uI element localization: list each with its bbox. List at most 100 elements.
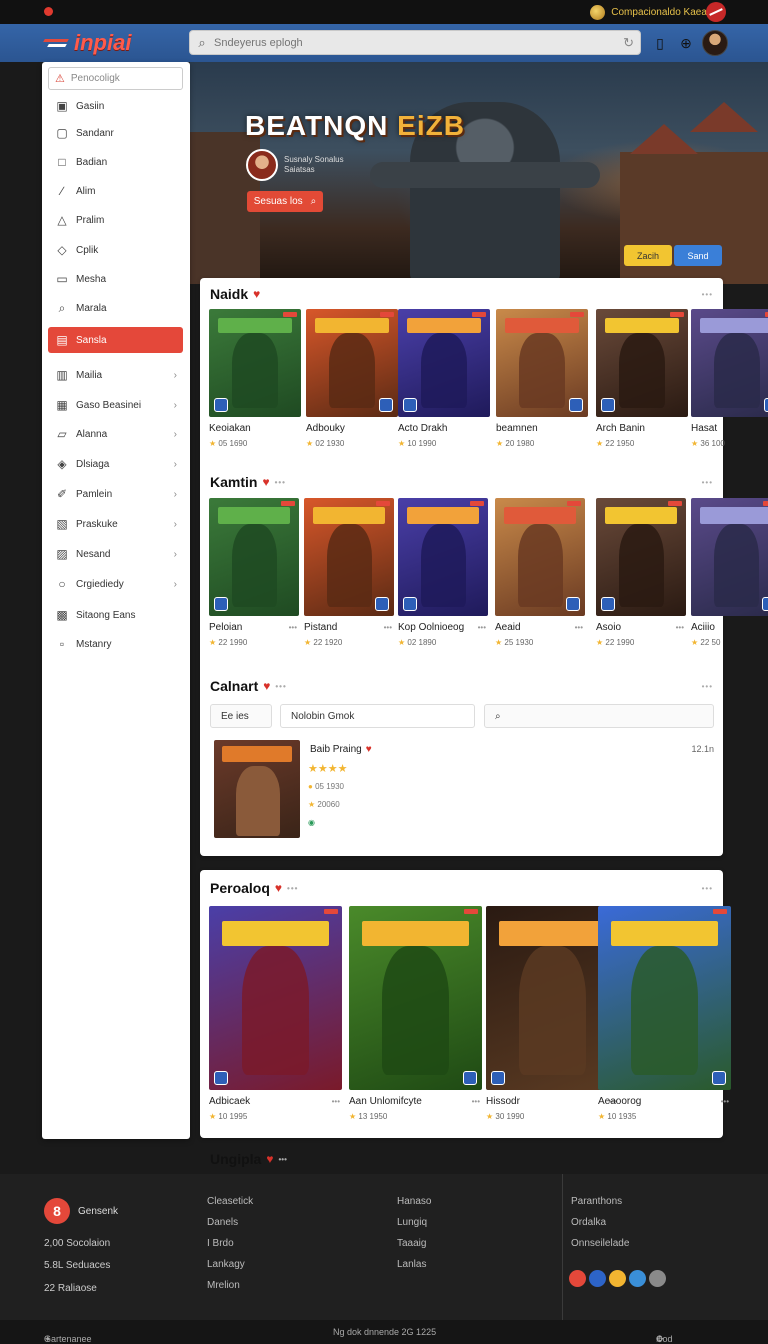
promo-banner[interactable]: Compacionaldo Kaeal-9 xyxy=(590,4,718,20)
filter-search[interactable]: ⌕ xyxy=(484,704,714,728)
more-icon[interactable]: ••• xyxy=(702,682,713,691)
sidebar-item-11[interactable]: ▱ Alanna › xyxy=(48,421,183,447)
sidebar-item-8[interactable]: ▤ Sansla xyxy=(48,327,183,353)
search-input[interactable] xyxy=(214,36,604,49)
yellow-pill-button[interactable]: Zacih xyxy=(624,245,672,266)
more-icon[interactable]: ••• xyxy=(278,1155,286,1164)
sidebar-item-10[interactable]: ▦ Gaso Beasinei › xyxy=(48,392,183,418)
globe-icon[interactable]: ⊕ xyxy=(676,33,696,53)
footer-link[interactable]: Hanaso xyxy=(397,1196,431,1217)
language-flag-icon[interactable] xyxy=(706,2,726,22)
footer-link[interactable]: Mrelion xyxy=(207,1280,253,1301)
game-card[interactable]: Keoiakan ★ 05 1690 xyxy=(209,309,301,453)
more-icon[interactable]: ••• xyxy=(702,290,713,299)
sidebar-item-6[interactable]: ▭ Mesha xyxy=(48,266,183,292)
logo-text: inpiai xyxy=(74,30,132,55)
footer-link[interactable]: Lungiq xyxy=(397,1217,431,1238)
game-card[interactable]: Adbicaek ★ 10 1995 ••• xyxy=(209,906,342,1126)
heart-icon[interactable]: ♥ xyxy=(253,287,260,301)
chevron-right-icon[interactable]: › xyxy=(656,1334,659,1344)
more-icon[interactable]: ••• xyxy=(472,1097,480,1106)
bottom-right-text[interactable]: Cod Sosa xyxy=(656,1334,677,1344)
game-card[interactable]: Aeaoorog ★ 10 1935 ••• xyxy=(598,906,731,1126)
sidebar-item-1[interactable]: ▢ Sandanr xyxy=(48,120,183,146)
game-card[interactable]: Adbouky ★ 02 1930 xyxy=(306,309,398,453)
sidebar-item-13[interactable]: ✐ Pamlein › xyxy=(48,481,183,507)
game-card[interactable]: Aeaid ★ 25 1930 ••• xyxy=(495,498,585,652)
footer-link[interactable]: Lanlas xyxy=(397,1259,431,1280)
more-icon[interactable]: ••• xyxy=(332,1097,340,1106)
sidebar-item-5[interactable]: ◇ Cplik xyxy=(48,237,183,263)
more-icon[interactable]: ••• xyxy=(676,623,684,632)
more-icon[interactable]: ••• xyxy=(478,623,486,632)
game-card[interactable]: Arch Banin ★ 22 1950 xyxy=(596,309,688,453)
sidebar-item-9[interactable]: ▥ Mailia › xyxy=(48,362,183,388)
social-icon-profile[interactable] xyxy=(649,1270,666,1287)
footer-link[interactable]: Onnseilelade xyxy=(571,1238,629,1259)
sidebar-item-7[interactable]: ⌕ Marala xyxy=(48,295,183,321)
sidebar-item-16[interactable]: ○ Crgiediedy › xyxy=(48,571,183,597)
more-icon[interactable]: ••• xyxy=(575,623,583,632)
game-card[interactable]: Peloian ★ 22 1990 ••• xyxy=(209,498,299,652)
social-icon-discord[interactable] xyxy=(609,1270,626,1287)
logo[interactable]: inpiai xyxy=(44,28,131,58)
heart-icon[interactable]: ♥ xyxy=(266,1152,273,1166)
search-icon: ⌕ xyxy=(58,300,66,315)
brush-icon: ✐ xyxy=(56,487,68,501)
footer-link[interactable]: I Brdo xyxy=(207,1238,253,1259)
more-icon[interactable]: ••• xyxy=(721,1097,729,1106)
more-icon[interactable]: ••• xyxy=(289,623,297,632)
sidebar-item-15[interactable]: ▨ Nesand › xyxy=(48,541,183,567)
filter-input[interactable]: Nolobin Gmok xyxy=(280,704,475,728)
hero-profile[interactable]: Susnaly Sonalus Saiatsas xyxy=(246,149,344,181)
blue-pill-button[interactable]: Sand xyxy=(674,245,722,266)
clipboard-icon[interactable]: ▯ xyxy=(650,33,670,53)
hero-cta-button[interactable]: Sesuas los ⌕ xyxy=(247,191,323,212)
footer-brand[interactable]: 8 Gensenk xyxy=(44,1198,118,1224)
game-card[interactable]: Aan Unlomifcyte ★ 13 1950 ••• xyxy=(349,906,482,1126)
more-icon[interactable]: ••• xyxy=(384,623,392,632)
sidebar-item-3[interactable]: ∕ Alim xyxy=(48,178,183,204)
user-avatar[interactable] xyxy=(702,30,728,56)
footer-link[interactable]: Danels xyxy=(207,1217,253,1238)
game-card[interactable]: Asoio ★ 22 1990 ••• xyxy=(596,498,686,652)
game-card[interactable]: Hasat ★ 36 100 xyxy=(691,309,768,453)
more-icon[interactable]: ••• xyxy=(702,478,713,487)
footer-link[interactable]: Ordalka xyxy=(571,1217,629,1238)
filter-toggle[interactable]: Ee ies xyxy=(210,704,272,728)
game-card[interactable]: Aciiio★ 22 50••• xyxy=(691,498,768,652)
game-card[interactable]: Kop Oolnioeog ★ 02 1890 ••• xyxy=(398,498,488,652)
more-icon[interactable]: ••• xyxy=(702,884,713,893)
social-icon-twitter[interactable] xyxy=(629,1270,646,1287)
list-item[interactable]: Baib Praing ♥ ★★★★ ● 05 1930 ★ 20060 ◉ 1… xyxy=(214,740,714,840)
sidebar-search[interactable]: ⚠ Penocoligk xyxy=(48,67,183,90)
sidebar-item-18[interactable]: ▫ Mstanry xyxy=(48,631,183,657)
footer-link[interactable]: Taaaig xyxy=(397,1238,431,1259)
heart-icon[interactable]: ♥ xyxy=(366,744,372,755)
bottom-left-text[interactable]: Gartenanee xyxy=(44,1334,92,1344)
game-card[interactable]: Acto Drakh ★ 10 1990 xyxy=(398,309,490,453)
search-bar[interactable]: ⌕ ↻ xyxy=(189,30,641,55)
game-card[interactable]: Pistand ★ 22 1920 ••• xyxy=(304,498,394,652)
footer-link[interactable]: Lankagy xyxy=(207,1259,253,1280)
sidebar-item-14[interactable]: ▧ Praskuke › xyxy=(48,511,183,537)
more-icon[interactable]: ••• xyxy=(275,478,286,487)
social-icon-facebook[interactable] xyxy=(589,1270,606,1287)
sidebar-item-2[interactable]: □ Badian xyxy=(48,149,183,175)
game-card[interactable]: beamnen ★ 20 1980 xyxy=(496,309,588,453)
heart-icon[interactable]: ♥ xyxy=(263,679,270,693)
heart-icon[interactable]: ♥ xyxy=(275,881,282,895)
heart-icon[interactable]: ♥ xyxy=(262,475,269,489)
game-rating-text: 13 1950 xyxy=(358,1112,388,1121)
sidebar-item-4[interactable]: △ Pralim xyxy=(48,207,183,233)
footer-link[interactable]: Paranthons xyxy=(571,1196,629,1217)
sidebar-item-0[interactable]: ▣ Gasiin xyxy=(48,93,183,119)
game-rating-text: 36 100 xyxy=(700,439,725,448)
more-icon[interactable]: ••• xyxy=(287,884,298,893)
social-icon-youtube[interactable] xyxy=(569,1270,586,1287)
refresh-icon[interactable]: ↻ xyxy=(623,35,634,51)
sidebar-item-12[interactable]: ◈ Dlsiaga › xyxy=(48,451,183,477)
footer-link[interactable]: Cleasetick xyxy=(207,1196,253,1217)
sidebar-item-17[interactable]: ▩ Sitaong Eans xyxy=(48,602,183,628)
more-icon[interactable]: ••• xyxy=(275,682,286,691)
